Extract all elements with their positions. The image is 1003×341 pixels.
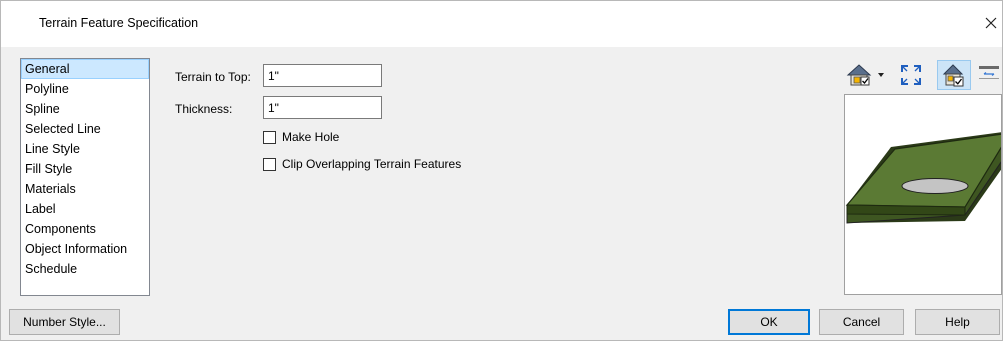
help-button[interactable]: Help: [915, 309, 1000, 335]
category-item-fill-style[interactable]: Fill Style: [21, 159, 149, 179]
fill-window-button[interactable]: [894, 60, 928, 90]
cancel-button[interactable]: Cancel: [819, 309, 904, 335]
preview-pane: [844, 94, 1002, 295]
close-icon: [985, 17, 997, 29]
category-item-general[interactable]: General: [21, 59, 149, 79]
thickness-label: Thickness:: [175, 102, 233, 116]
category-item-label[interactable]: Label: [21, 199, 149, 219]
make-hole-checkbox[interactable]: [263, 130, 276, 144]
show-selected-icon: [942, 64, 964, 87]
make-hole-label: Make Hole: [282, 130, 340, 144]
ok-button[interactable]: OK: [728, 309, 810, 335]
thickness-input[interactable]: [263, 96, 382, 119]
category-item-line-style[interactable]: Line Style: [21, 139, 149, 159]
fill-window-icon: [901, 65, 921, 85]
category-item-spline[interactable]: Spline: [21, 99, 149, 119]
camera-view-button[interactable]: [844, 60, 889, 90]
clip-overlapping-option[interactable]: Clip Overlapping Terrain Features: [263, 157, 461, 171]
show-selected-button[interactable]: [937, 60, 971, 90]
title-bar: Terrain Feature Specification: [1, 1, 1002, 47]
terrain-to-top-input[interactable]: [263, 64, 382, 87]
dialog-title: Terrain Feature Specification: [39, 16, 199, 30]
number-style-button[interactable]: Number Style...: [9, 309, 120, 335]
make-hole-option[interactable]: Make Hole: [263, 130, 339, 144]
category-list[interactable]: General Polyline Spline Selected Line Li…: [20, 58, 150, 296]
preview-toggle-button[interactable]: [974, 60, 1003, 90]
category-item-selected-line[interactable]: Selected Line: [21, 119, 149, 139]
category-item-materials[interactable]: Materials: [21, 179, 149, 199]
category-item-polyline[interactable]: Polyline: [21, 79, 149, 99]
terrain-feature-dialog: Terrain Feature Specification General Po…: [0, 0, 1003, 341]
terrain-to-top-label: Terrain to Top:: [175, 70, 251, 84]
category-item-schedule[interactable]: Schedule: [21, 259, 149, 279]
category-item-components[interactable]: Components: [21, 219, 149, 239]
category-item-object-information[interactable]: Object Information: [21, 239, 149, 259]
terrain-slab-preview: [845, 132, 1001, 224]
camera-view-icon: [846, 64, 884, 86]
preview-toggle-icon: [979, 66, 999, 79]
close-button[interactable]: [980, 11, 1002, 35]
clip-overlapping-label: Clip Overlapping Terrain Features: [282, 157, 462, 171]
clip-overlapping-checkbox[interactable]: [263, 157, 276, 171]
